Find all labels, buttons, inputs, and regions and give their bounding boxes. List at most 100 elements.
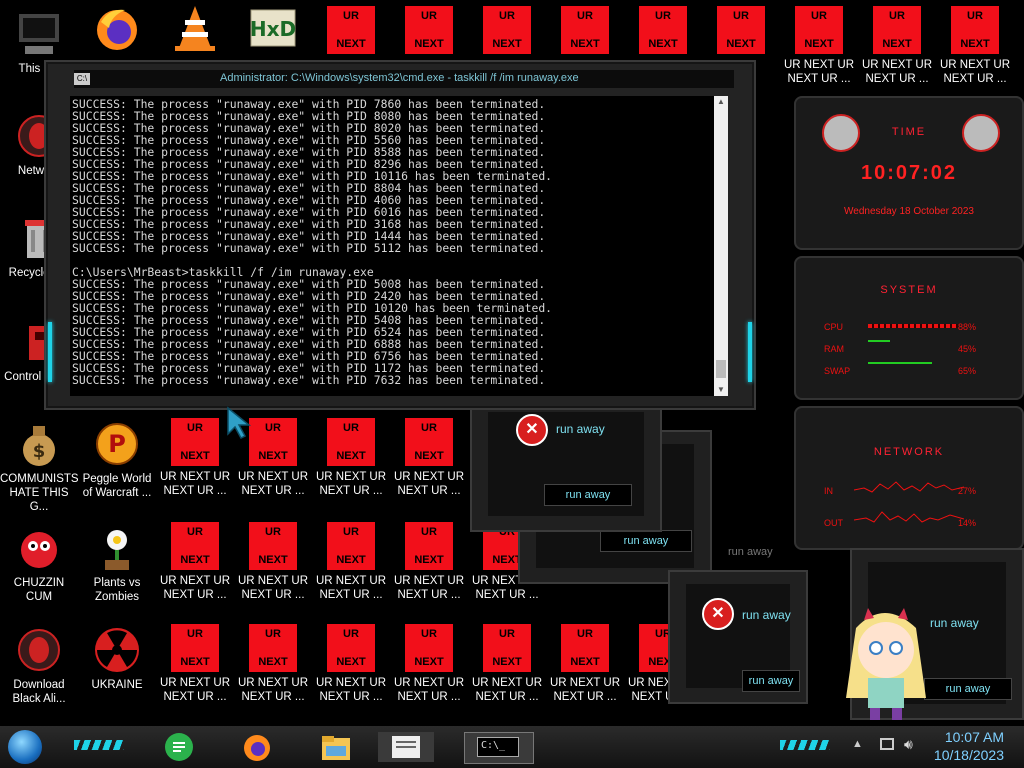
taskbar-app-explorer[interactable] [320,732,350,762]
icon-label: UR NEXT UR NEXT UR ... [936,58,1014,86]
desktop-icon-ur-next[interactable]: UR NEXT UR NEXT UR NEXT UR ... [312,624,390,704]
desktop-icon-ur-next[interactable]: UR NEXT UR NEXT UR NEXT UR ... [936,6,1014,86]
taskbar-clock[interactable]: 10:07 AM 10/18/2023 [934,728,1004,764]
desktop-icon-ur-next[interactable]: UR NEXT UR NEXT UR NEXT UR ... [390,418,468,498]
system-widget: SYSTEM CPU 88% RAM 45% SWAP 65% [794,256,1024,400]
cmd-scrollbar[interactable]: ▲ ▼ [714,96,728,396]
icon-label: UR NEXT UR NEXT UR ... [390,676,468,704]
tile-bottom-text: NEXT [336,554,366,566]
desktop-icon-ur-next[interactable]: UR NEXT [702,6,780,54]
firefox-icon [244,735,270,761]
icon-label: UR NEXT UR NEXT UR ... [312,676,390,704]
desktop-icon-peggle[interactable]: P Peggle World of Warcraft ... [78,420,156,500]
ur-next-tile-icon: UR NEXT [327,6,375,54]
tile-top-text: UR [733,10,749,22]
desktop-icon-ur-next[interactable]: UR NEXT UR NEXT UR NEXT UR ... [468,624,546,704]
tile-bottom-text: NEXT [648,38,678,50]
document-window-icon [392,736,420,758]
ur-next-tile-icon: UR NEXT [561,624,609,672]
desktop-icon-ur-next[interactable]: UR NEXT UR NEXT UR NEXT UR ... [312,418,390,498]
taskbar-app-notepad[interactable] [378,732,434,762]
tile-bottom-text: NEXT [414,656,444,668]
network-widget-title: NETWORK [873,446,945,458]
desktop-icon-plants-vs-zombies[interactable]: Plants vs Zombies [78,524,156,604]
icon-label-line1: UR NEXT UR [393,677,465,689]
icon-label-line1: UR NEXT UR [471,677,543,689]
icon-label: UR NEXT UR NEXT UR ... [468,676,546,704]
svg-text:P: P [108,430,126,458]
runaway-dialog-front[interactable]: ✕ run away run away [470,398,662,532]
dialog-message: run away [556,422,605,436]
desktop-icon-ur-next[interactable]: UR NEXT [624,6,702,54]
ur-next-tile-icon: UR NEXT [405,624,453,672]
desktop-icon-ukraine[interactable]: UKRAINE [78,626,156,692]
desktop-icon-ur-next[interactable]: UR NEXT UR NEXT UR NEXT UR ... [858,6,936,86]
cmd-taskbar-icon: C:\_ [477,737,519,757]
out-value: 14% [957,518,976,528]
scroll-down-arrow-icon[interactable]: ▼ [714,384,728,396]
taskbar-app-cmd[interactable]: C:\_ [464,732,534,764]
run-away-button[interactable]: run away [544,484,632,506]
tile-top-text: UR [811,10,827,22]
ur-next-tile-icon: UR NEXT [249,522,297,570]
tile-top-text: UR [577,628,593,640]
desktop-icon-ur-next[interactable]: UR NEXT [312,6,390,54]
desktop-icon-ur-next[interactable]: UR NEXT UR NEXT UR NEXT UR ... [234,522,312,602]
computer-icon [15,10,63,58]
vlc-cone-icon [171,4,219,52]
desktop-icon-chuzzin[interactable]: CHUZZIN CUM [0,524,78,604]
taskbar-app-firefox[interactable] [242,732,272,762]
icon-label-line2: NEXT UR ... [475,691,539,703]
desktop-icon-ur-next[interactable]: UR NEXT UR NEXT UR NEXT UR ... [234,624,312,704]
desktop-icon-ur-next[interactable]: UR NEXT [546,6,624,54]
network-tray-icon[interactable] [880,738,894,750]
desktop-icon-ur-next[interactable]: UR NEXT UR NEXT UR NEXT UR ... [780,6,858,86]
tile-top-text: UR [577,10,593,22]
ur-next-tile-icon: UR NEXT [171,624,219,672]
icon-label: Plants vs Zombies [93,577,141,603]
tray-chevron-icon[interactable]: ▲ [852,738,863,750]
taskbar-app-feedly[interactable] [164,732,194,762]
cmd-title-bar[interactable]: C:\ Administrator: C:\Windows\system32\c… [74,70,734,88]
ur-next-tile-icon: UR NEXT [951,6,999,54]
desktop-icon-ur-next[interactable]: UR NEXT UR NEXT UR NEXT UR ... [390,522,468,602]
cmd-window[interactable]: C:\ Administrator: C:\Windows\system32\c… [44,60,756,410]
start-button[interactable] [8,730,42,764]
tile-bottom-text: NEXT [336,450,366,462]
desktop-icon-ur-next[interactable]: UR NEXT UR NEXT UR NEXT UR ... [312,522,390,602]
icon-label-line2: NEXT UR ... [319,485,383,497]
icon-label: UR NEXT UR NEXT UR ... [390,470,468,498]
desktop-icon-black-alien[interactable]: Download Black Ali... [0,626,78,706]
tile-bottom-text: NEXT [258,450,288,462]
run-away-button[interactable]: run away [600,530,692,552]
cmd-console[interactable]: SUCCESS: The process "runaway.exe" with … [70,96,720,396]
time-widget: TIME 10:07:02 Wednesday 18 October 2023 [794,96,1024,250]
tile-bottom-text: NEXT [492,38,522,50]
ur-next-tile-icon: UR NEXT [327,624,375,672]
icon-label-line2: NEXT UR ... [397,485,461,497]
desktop-icon-ur-next[interactable]: UR NEXT UR NEXT UR NEXT UR ... [546,624,624,704]
icon-label-line1: UR NEXT UR [237,575,309,587]
desktop-icon-hxd[interactable]: HxD [234,8,312,56]
network-widget: NETWORK IN 27% OUT 14% [794,406,1024,550]
desktop-icon-ur-next[interactable]: UR NEXT [468,6,546,54]
volume-icon[interactable]: 🔊︎ [904,736,913,753]
tile-bottom-text: NEXT [258,554,288,566]
folder-icon [322,736,350,760]
desktop-icon-ur-next[interactable]: UR NEXT UR NEXT UR NEXT UR ... [156,418,234,498]
tile-top-text: UR [265,628,281,640]
icon-label-line1: UR NEXT UR [861,59,933,71]
desktop-icon-ur-next[interactable]: UR NEXT UR NEXT UR NEXT UR ... [390,624,468,704]
scroll-up-arrow-icon[interactable]: ▲ [714,96,728,108]
desktop-icon-ur-next[interactable]: UR NEXT UR NEXT UR NEXT UR ... [156,624,234,704]
run-away-button[interactable]: run away [742,670,800,692]
desktop-icon-ur-next[interactable]: UR NEXT [390,6,468,54]
ur-next-tile-icon: UR NEXT [249,624,297,672]
icon-label-line1: UR NEXT UR [393,471,465,483]
runaway-dialog-lower[interactable]: ✕ run away run away [668,570,808,704]
desktop-icon-firefox[interactable] [78,4,156,52]
desktop-icon-vlc[interactable] [156,4,234,52]
desktop-icon-communists[interactable]: $ COMMUNISTS HATE THIS G... [0,420,78,514]
desktop-icon-ur-next[interactable]: UR NEXT UR NEXT UR NEXT UR ... [156,522,234,602]
scrollbar-thumb[interactable] [716,360,726,378]
